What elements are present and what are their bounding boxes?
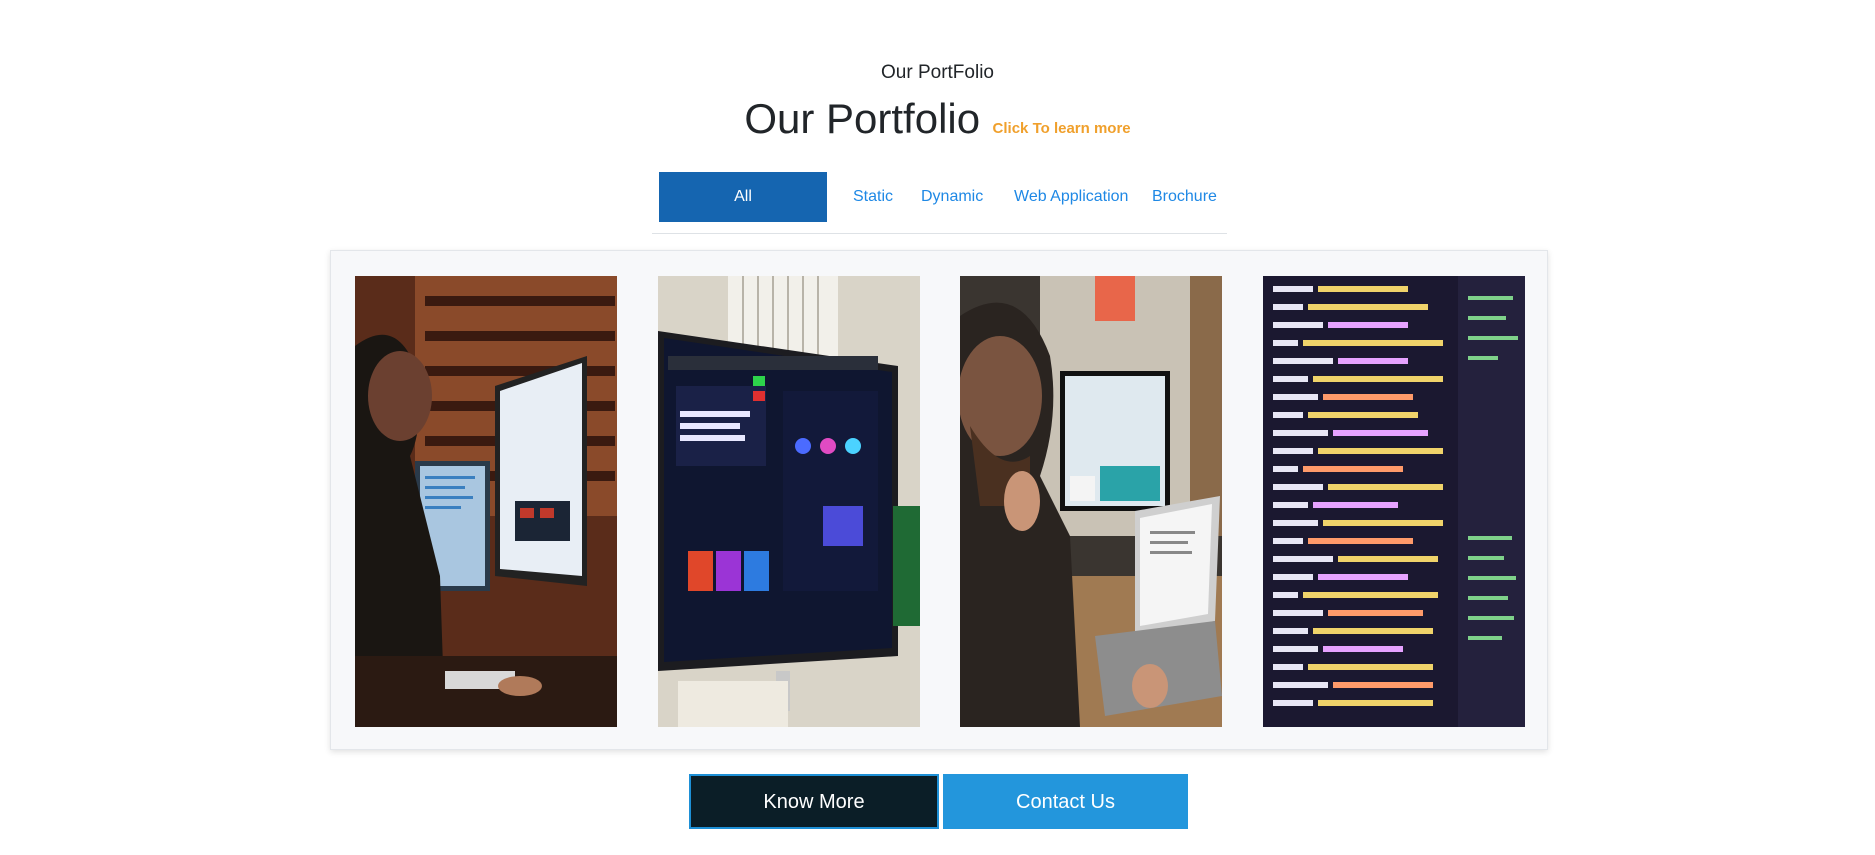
man-at-laptop-photo xyxy=(960,276,1222,727)
tab-static[interactable]: Static xyxy=(853,172,893,222)
contact-us-button[interactable]: Contact Us xyxy=(943,774,1188,829)
portfolio-gallery xyxy=(330,250,1548,750)
portfolio-item-2[interactable] xyxy=(658,276,920,727)
section-eyebrow: Our PortFolio xyxy=(881,62,994,83)
portfolio-item-3[interactable] xyxy=(960,276,1222,727)
portfolio-page: Our PortFolio Our Portfolio Click To lea… xyxy=(0,0,1875,855)
portfolio-filter-tabs: All Static Dynamic Web Application Broch… xyxy=(652,172,1227,234)
developer-at-imac-photo xyxy=(355,276,617,727)
tab-brochure[interactable]: Brochure xyxy=(1152,172,1217,222)
learn-more-link[interactable]: Click To learn more xyxy=(993,120,1131,137)
code-screen-photo xyxy=(1263,276,1525,727)
tab-all[interactable]: All xyxy=(659,172,827,222)
know-more-button[interactable]: Know More xyxy=(689,774,939,829)
tab-web-application[interactable]: Web Application xyxy=(1014,172,1128,222)
page-title: Our Portfolio xyxy=(744,95,981,142)
heading-row: Our Portfolio Click To learn more xyxy=(0,95,1875,143)
portfolio-item-4[interactable] xyxy=(1263,276,1525,727)
portfolio-item-1[interactable] xyxy=(355,276,617,727)
tab-dynamic[interactable]: Dynamic xyxy=(921,172,983,222)
design-monitor-photo xyxy=(658,276,920,727)
